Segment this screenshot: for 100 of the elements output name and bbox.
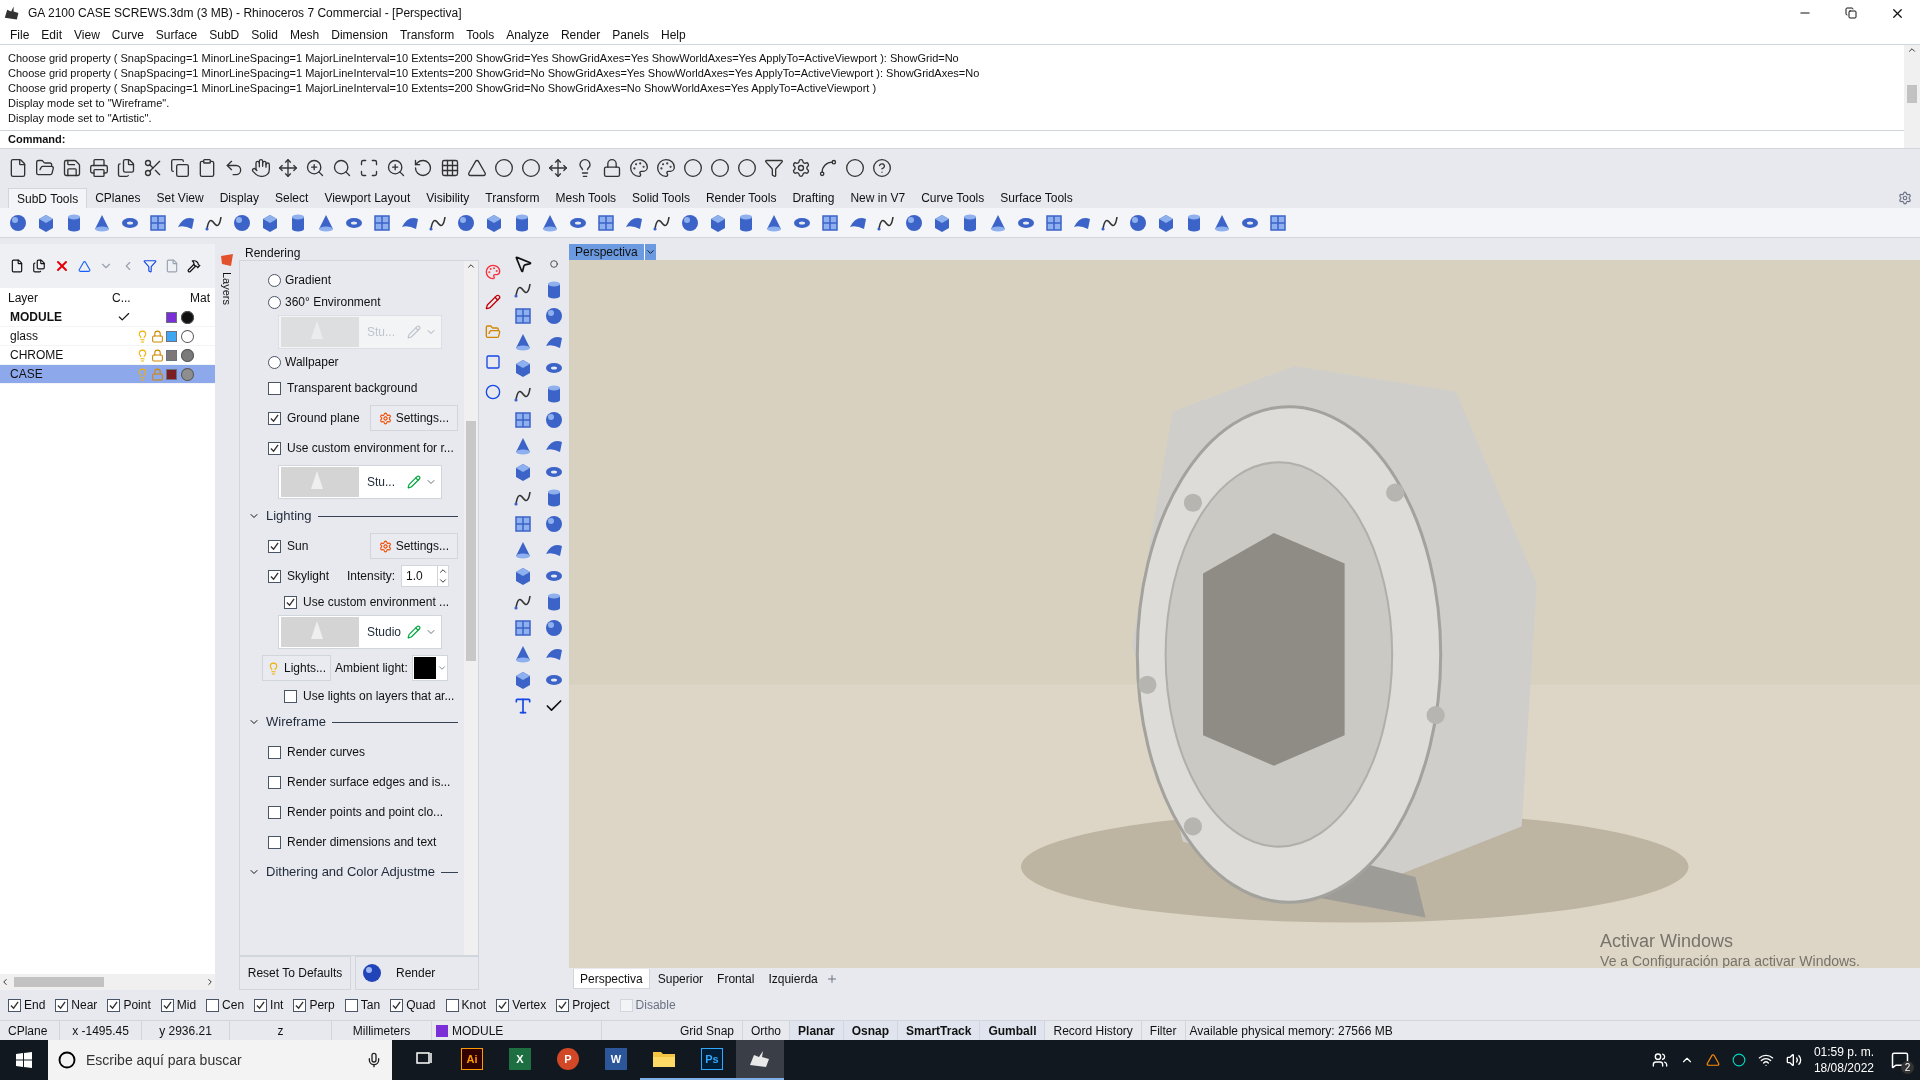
toolbar-tab[interactable]: Mesh Tools bbox=[547, 188, 625, 208]
scroll-thumb[interactable] bbox=[466, 421, 476, 661]
radio-button[interactable] bbox=[268, 355, 281, 369]
scroll-right-icon[interactable] bbox=[205, 977, 215, 987]
layer-color-swatch[interactable] bbox=[166, 330, 177, 342]
mesh-grid-icon[interactable] bbox=[148, 212, 168, 233]
osnap-label[interactable]: Mid bbox=[176, 996, 197, 1014]
hand-icon[interactable] bbox=[251, 157, 271, 178]
layer-row[interactable]: CASE bbox=[0, 365, 215, 384]
scroll-up-icon[interactable] bbox=[466, 261, 476, 271]
cube-icon[interactable] bbox=[513, 358, 533, 378]
panel-tab[interactable]: Layers bbox=[218, 272, 236, 306]
command-field[interactable]: Command: bbox=[0, 130, 1904, 148]
menu-item[interactable]: Panels bbox=[606, 26, 655, 44]
triangle-icon[interactable] bbox=[467, 157, 487, 178]
checkbox[interactable] bbox=[55, 998, 69, 1012]
clock-date[interactable]: 18/08/2022 bbox=[1813, 1060, 1874, 1076]
menu-item[interactable]: File bbox=[4, 26, 36, 44]
status-toggle[interactable]: SmartTrack bbox=[898, 1021, 981, 1040]
layers-tab-icon[interactable] bbox=[219, 252, 235, 268]
radio-button[interactable] bbox=[268, 295, 281, 309]
notifications-button[interactable]: 2 bbox=[1886, 1046, 1914, 1074]
osnap-label[interactable]: Near bbox=[71, 996, 98, 1014]
clipboard-icon[interactable] bbox=[197, 157, 217, 178]
menu-item[interactable]: Solid bbox=[245, 26, 284, 44]
column-header[interactable]: Mat bbox=[168, 289, 210, 307]
intensity-field[interactable]: 1.0 bbox=[401, 565, 450, 587]
toolbar-tab[interactable]: Render Tools bbox=[697, 188, 785, 208]
mesh-grid-icon[interactable] bbox=[513, 306, 533, 326]
radio-button[interactable] bbox=[268, 273, 281, 287]
add-tab-icon[interactable] bbox=[825, 973, 838, 985]
reset-to-defaults-button[interactable]: Reset To Defaults bbox=[239, 956, 351, 990]
pages-icon[interactable] bbox=[116, 157, 136, 178]
menu-item[interactable]: Curve bbox=[105, 26, 150, 44]
checkbox[interactable] bbox=[206, 998, 220, 1012]
toolbar-tab[interactable]: Visibility bbox=[418, 188, 478, 208]
scroll-thumb[interactable] bbox=[1907, 85, 1917, 103]
checkbox[interactable] bbox=[445, 998, 459, 1012]
start-icon[interactable] bbox=[16, 1052, 32, 1068]
copy-icon[interactable] bbox=[170, 157, 190, 178]
settings-button[interactable]: Settings... bbox=[369, 533, 458, 559]
tray-app-icon[interactable] bbox=[1705, 1053, 1720, 1067]
hammer-icon[interactable] bbox=[187, 259, 201, 273]
menu-item[interactable]: Analyze bbox=[500, 26, 555, 44]
checkbox[interactable] bbox=[284, 595, 297, 609]
cube-icon[interactable] bbox=[708, 212, 728, 233]
environment-picker[interactable]: Studio bbox=[278, 615, 442, 649]
scrollbar[interactable] bbox=[464, 261, 478, 955]
cube-icon[interactable] bbox=[513, 566, 533, 586]
osnap-label[interactable]: End bbox=[24, 996, 46, 1014]
layer-color-swatch[interactable] bbox=[166, 368, 177, 380]
delete-icon[interactable] bbox=[54, 258, 70, 274]
palette-icon[interactable] bbox=[629, 157, 649, 178]
move-icon[interactable] bbox=[278, 157, 298, 178]
move-icon[interactable] bbox=[548, 157, 568, 178]
cone-icon[interactable] bbox=[513, 540, 533, 560]
curve-icon[interactable] bbox=[818, 157, 838, 178]
text-icon[interactable] bbox=[513, 696, 533, 716]
brush-icon[interactable] bbox=[485, 294, 501, 310]
mesh-grid-icon[interactable] bbox=[513, 618, 533, 638]
toolbar-tab[interactable]: Transform bbox=[477, 188, 548, 208]
toolbar-tab[interactable]: CPlanes bbox=[87, 188, 149, 208]
checkbox[interactable] bbox=[268, 539, 281, 553]
toolbar-tab[interactable]: Drafting bbox=[784, 188, 843, 208]
checkbox[interactable] bbox=[8, 998, 21, 1012]
menu-item[interactable]: SubD bbox=[203, 26, 246, 44]
osnap-label[interactable]: Project bbox=[572, 996, 610, 1014]
menu-item[interactable]: Mesh bbox=[283, 26, 326, 44]
mesh-grid-icon[interactable] bbox=[513, 410, 533, 430]
mesh-grid-icon[interactable] bbox=[372, 212, 392, 233]
toolbar-tab[interactable]: Solid Tools bbox=[624, 188, 698, 208]
status-toggle[interactable]: Planar bbox=[790, 1021, 844, 1040]
menu-item[interactable]: Tools bbox=[460, 26, 501, 44]
app-icon[interactable]: X bbox=[509, 1048, 531, 1070]
osnap-label[interactable]: Int bbox=[270, 996, 284, 1014]
cube-icon[interactable] bbox=[36, 212, 56, 233]
layer-row[interactable]: glass bbox=[0, 327, 215, 346]
menu-item[interactable]: Surface bbox=[149, 26, 204, 44]
pointer-icon[interactable] bbox=[513, 254, 533, 274]
folder-icon[interactable] bbox=[652, 1049, 676, 1069]
checkbox[interactable] bbox=[556, 998, 570, 1012]
printer-icon[interactable] bbox=[89, 157, 109, 178]
status-toggle[interactable]: Osnap bbox=[843, 1021, 899, 1040]
menu-item[interactable]: Transform bbox=[393, 26, 461, 44]
search-icon[interactable] bbox=[332, 157, 352, 178]
clock-time[interactable]: 01:59 p. m. bbox=[1813, 1044, 1874, 1060]
mesh-grid-icon[interactable] bbox=[596, 212, 616, 233]
osnap-label[interactable]: Quad bbox=[406, 996, 436, 1014]
cube-icon[interactable] bbox=[513, 670, 533, 690]
osnap-label[interactable]: Knot bbox=[461, 996, 487, 1014]
menu-item[interactable]: Render bbox=[554, 26, 607, 44]
toolbar-tab[interactable]: Display bbox=[211, 188, 267, 208]
checkbox[interactable] bbox=[284, 689, 297, 703]
material-swatch[interactable] bbox=[181, 367, 194, 381]
cone-icon[interactable] bbox=[513, 332, 533, 352]
zoom-extents-icon[interactable] bbox=[359, 157, 379, 178]
material-swatch[interactable] bbox=[181, 348, 194, 362]
osnap-label[interactable]: Vertex bbox=[512, 996, 547, 1014]
column-header[interactable]: C... bbox=[108, 289, 168, 307]
cone-icon[interactable] bbox=[513, 644, 533, 664]
